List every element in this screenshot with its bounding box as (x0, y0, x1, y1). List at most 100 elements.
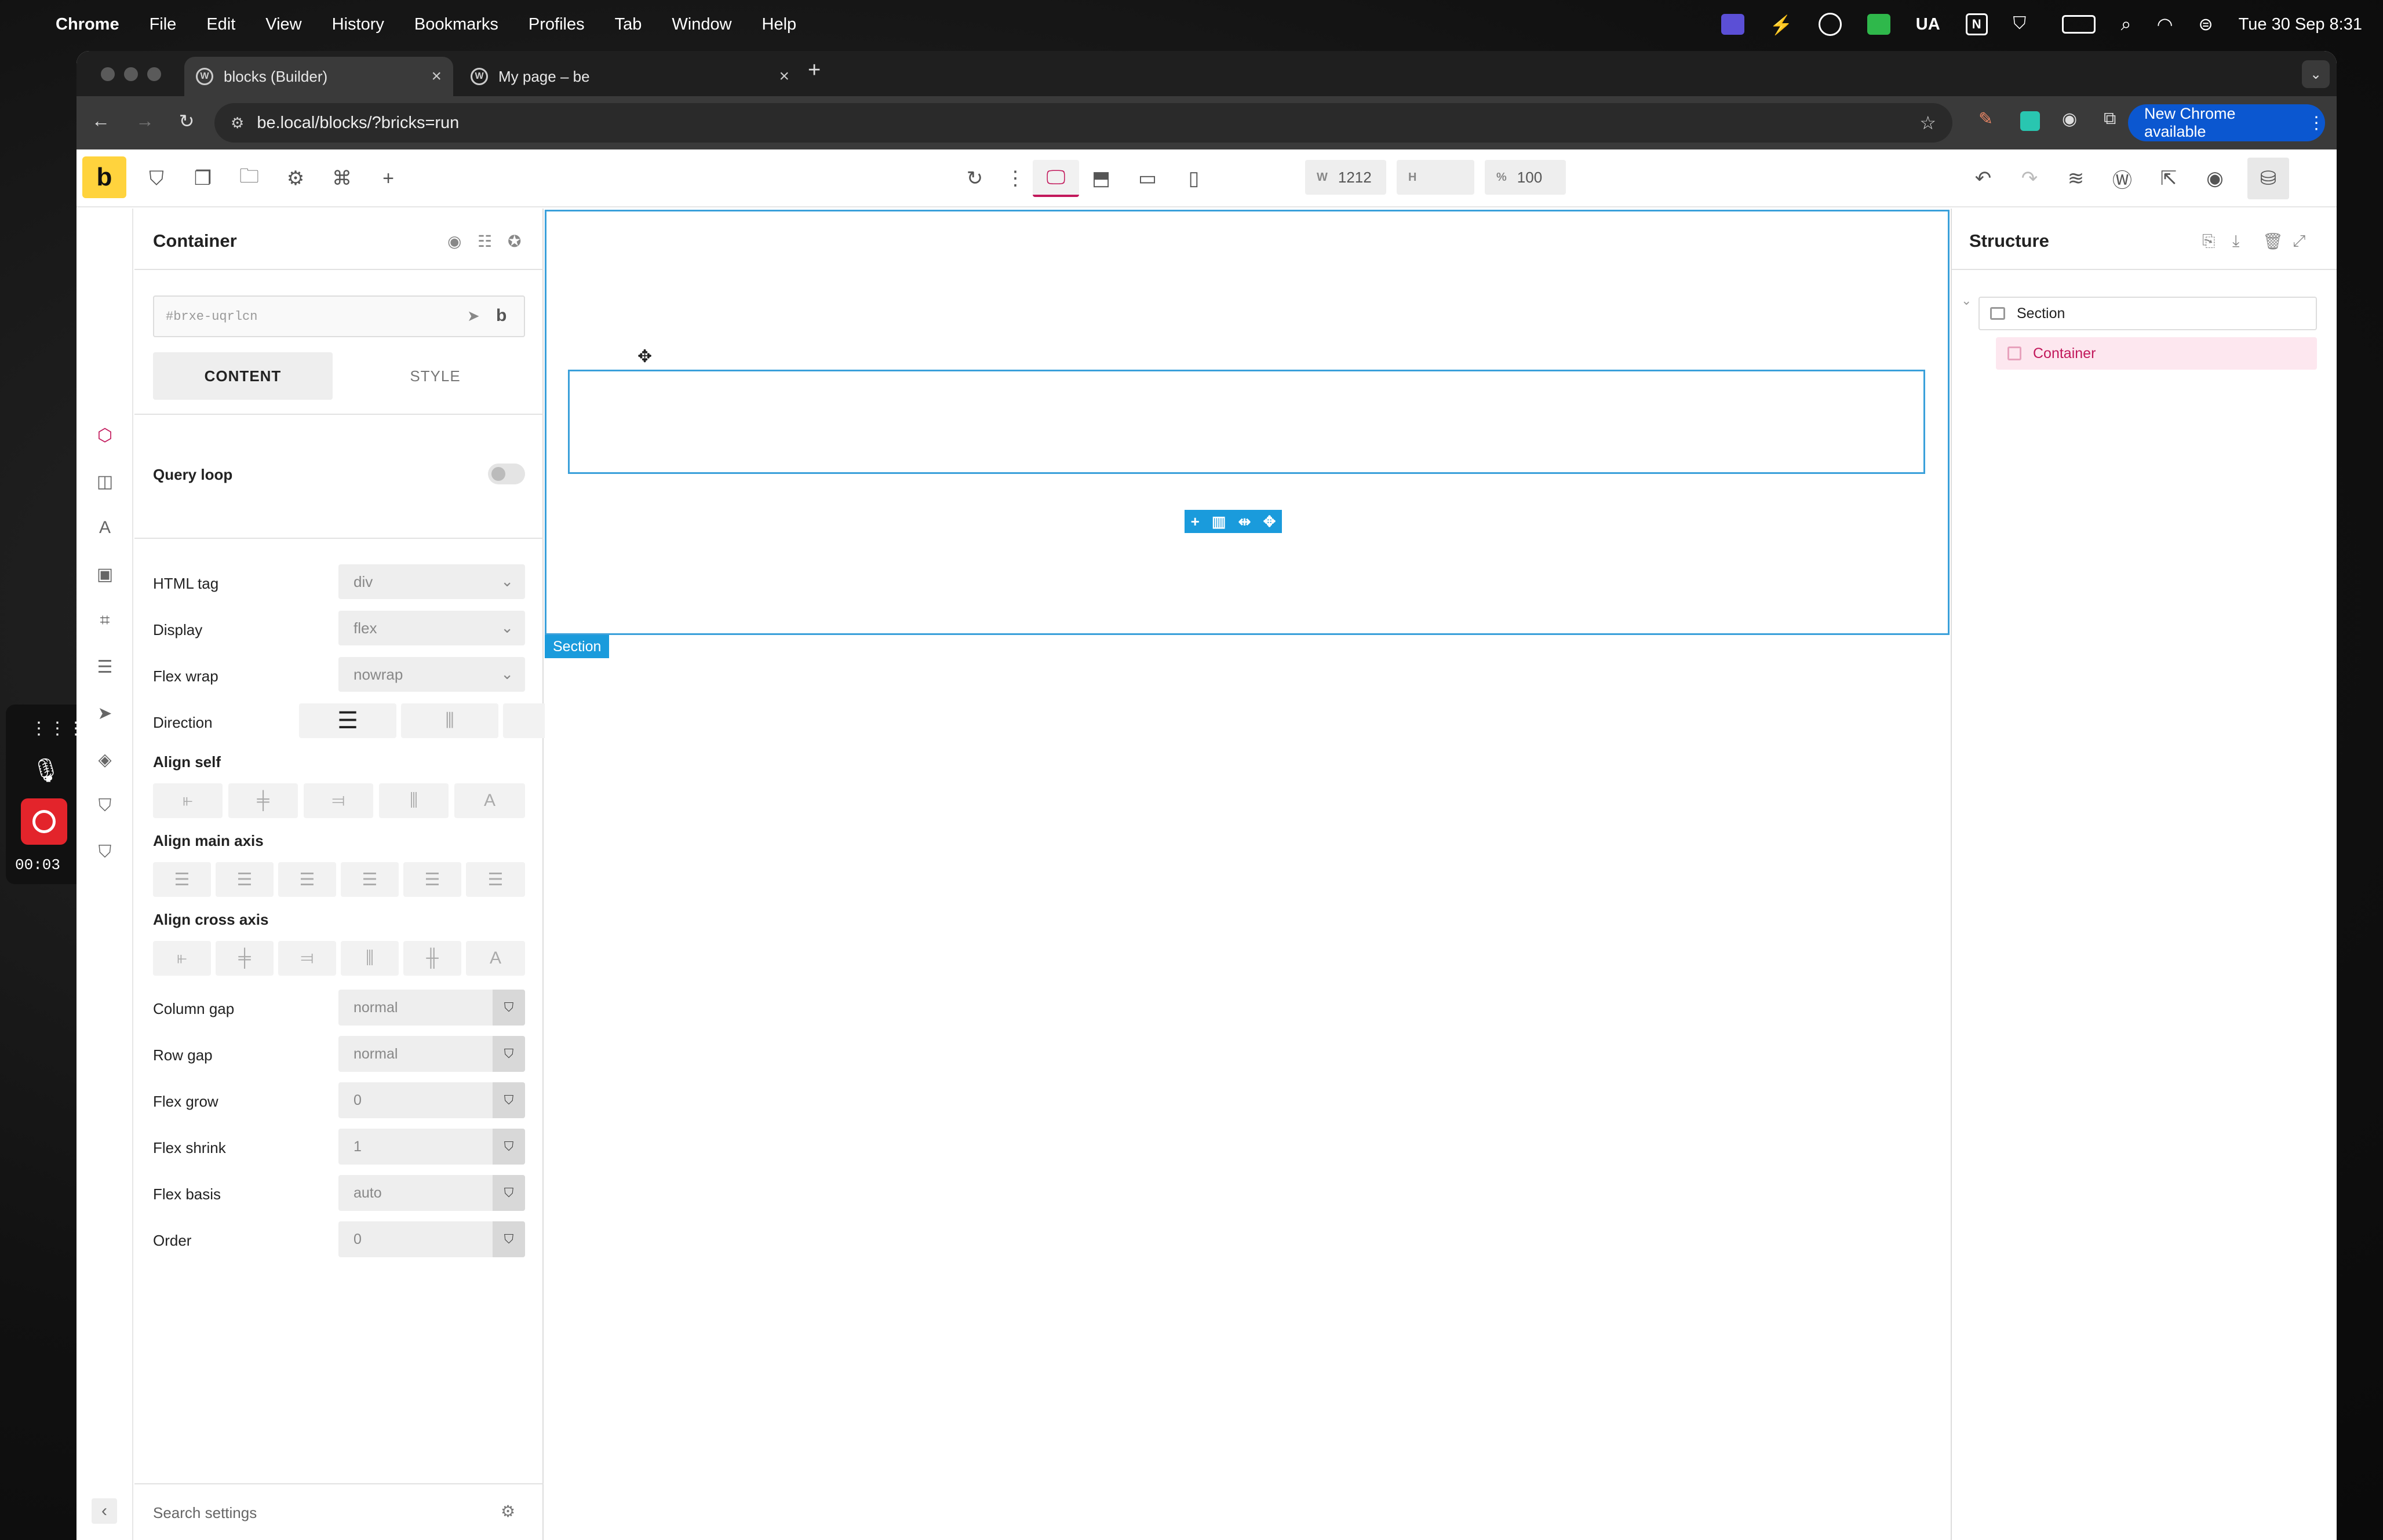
html5-icon[interactable]: ⛉ (94, 841, 116, 863)
redo-icon[interactable]: ↷ (2016, 165, 2043, 192)
structure-item-section[interactable]: Section (1978, 297, 2317, 330)
order-input[interactable]: 0 ⛉ (338, 1221, 525, 1257)
justify-evenly-icon[interactable]: ☰ (466, 862, 525, 897)
new-tab-button[interactable]: + (808, 58, 821, 83)
chrome-update-button[interactable]: New Chrome available ⋮ (2128, 104, 2325, 141)
section-label[interactable]: Section (545, 635, 610, 658)
direction-column-button[interactable]: ⦀ (401, 703, 498, 738)
tab-close-icon[interactable]: × (779, 67, 789, 86)
add-element-icon[interactable]: + (374, 165, 402, 192)
resize-icon[interactable]: ⇹ (1238, 513, 1251, 531)
reload-button[interactable]: ↻ (174, 110, 199, 132)
structure-item-container[interactable]: Container (1996, 337, 2317, 370)
align-items-end-icon[interactable]: ⫤ (278, 941, 336, 976)
refresh-icon[interactable]: ↻ (961, 165, 989, 192)
desktop-breakpoint-icon[interactable]: 🖵 (1033, 160, 1079, 197)
url-field[interactable]: ⚙ be.local/blocks/?bricks=run ☆ (214, 103, 1952, 143)
flex-grow-input[interactable]: 0 ⛉ (338, 1082, 525, 1118)
css-unit-icon[interactable]: ⛉ (493, 1036, 525, 1072)
justify-center-icon[interactable]: ☰ (216, 862, 274, 897)
align-items-space-icon[interactable]: ╫ (403, 941, 461, 976)
extension-icon[interactable] (2020, 111, 2040, 131)
forward-button[interactable]: → (132, 110, 158, 132)
row-gap-input[interactable]: normal ⛉ (338, 1036, 525, 1072)
align-self-baseline-icon[interactable]: A (454, 783, 525, 818)
tab-close-icon[interactable]: × (431, 67, 442, 86)
selector-icon[interactable]: ➤ (467, 307, 480, 325)
border-icon[interactable]: ⌗ (94, 610, 116, 632)
align-self-start-icon[interactable]: ⫦ (153, 783, 223, 818)
justify-start-icon[interactable]: ☰ (153, 862, 211, 897)
menu-bookmarks[interactable]: Bookmarks (414, 15, 498, 34)
clipboard-icon[interactable]: ⎘ (2202, 232, 2215, 251)
justify-end-icon[interactable]: ☰ (278, 862, 336, 897)
tablet-landscape-icon[interactable]: ▭ (1134, 165, 1161, 192)
direction-row-button[interactable]: ☰ (299, 703, 396, 738)
flex-wrap-select[interactable]: nowrap ⌄ (338, 657, 525, 692)
pencil-extension-icon[interactable]: ✎ (1978, 109, 1993, 129)
align-self-center-icon[interactable]: ╪ (228, 783, 298, 818)
css-icon[interactable]: ⛉ (143, 165, 170, 192)
site-info-icon[interactable]: ⚙ (231, 114, 244, 132)
feather-icon[interactable]: ⚡ (1770, 14, 1793, 35)
stop-record-button[interactable] (21, 798, 67, 845)
command-palette-icon[interactable]: ⌘ (328, 165, 356, 192)
save-icon[interactable]: ⛁ (2247, 158, 2289, 199)
mic-off-icon[interactable]: 🎙 (31, 757, 61, 784)
css-unit-icon[interactable]: ⛉ (493, 1175, 525, 1211)
collapse-panel-icon[interactable]: ‹ (92, 1498, 117, 1524)
window-minimize-button[interactable] (124, 67, 138, 81)
mobile-icon[interactable]: ▯ (1180, 165, 1208, 192)
element-badge-icon[interactable]: ✪ (508, 232, 521, 251)
drag-move-icon[interactable]: ✥ (1263, 513, 1276, 531)
class-button[interactable]: b (496, 306, 507, 326)
html-tag-select[interactable]: div ⌄ (338, 564, 525, 599)
tab-content[interactable]: CONTENT (153, 352, 333, 400)
menu-app-name[interactable]: Chrome (56, 15, 119, 34)
undo-icon[interactable]: ↶ (1969, 165, 1997, 192)
align-items-start-icon[interactable]: ⫦ (153, 941, 211, 976)
justify-around-icon[interactable]: ☰ (403, 862, 461, 897)
align-items-baseline-icon[interactable]: A (466, 941, 525, 976)
menu-window[interactable]: Window (672, 15, 731, 34)
column-gap-input[interactable]: normal ⛉ (338, 990, 525, 1026)
width-field[interactable]: W 1212 (1305, 160, 1386, 195)
extensions-puzzle-icon[interactable]: ⧉ (2104, 109, 2116, 129)
check-app-icon[interactable] (1867, 14, 1890, 35)
pages-icon[interactable]: ❐ (189, 165, 217, 192)
transform-icon[interactable]: ◈ (94, 749, 116, 771)
wordpress-admin-icon[interactable]: Ⓦ (2108, 165, 2136, 192)
css3-icon[interactable]: ⛉ (94, 795, 116, 817)
typography-icon[interactable]: A (94, 517, 116, 539)
query-loop-toggle[interactable] (488, 464, 525, 484)
builder-canvas[interactable]: ✥ + ▥ ⇹ ✥ Section (545, 209, 1950, 1540)
flex-shrink-input[interactable]: 1 ⛉ (338, 1129, 525, 1165)
menu-help[interactable]: Help (762, 15, 797, 34)
presets-icon[interactable]: ☷ (478, 232, 492, 251)
laptop-breakpoint-icon[interactable]: ⬒ (1087, 165, 1115, 192)
zoom-field[interactable]: % 100 (1485, 160, 1566, 195)
tab-search-button[interactable]: ⌄ (2302, 60, 2330, 88)
menubar-clock[interactable]: Tue 30 Sep 8:31 (2239, 15, 2362, 34)
tab-style[interactable]: STYLE (345, 352, 525, 400)
css-unit-icon[interactable]: ⛉ (493, 1221, 525, 1257)
sync-icon[interactable] (1818, 13, 1842, 36)
menu-edit[interactable]: Edit (206, 15, 235, 34)
css-id-field[interactable]: #brxe-uqrlcn ➤ b (153, 295, 525, 337)
layers-icon[interactable]: ≋ (2062, 165, 2090, 192)
screen-share-icon[interactable] (1721, 14, 1744, 35)
align-self-end-icon[interactable]: ⫤ (304, 783, 373, 818)
shield-icon[interactable]: ⛉ (2013, 14, 2036, 35)
element-cube-icon[interactable]: ⬡ (94, 424, 116, 446)
open-external-icon[interactable]: ⇱ (2155, 165, 2182, 192)
align-items-center-icon[interactable]: ╪ (216, 941, 274, 976)
tab-my-page[interactable]: W My page – be × (459, 57, 801, 96)
layout-icon[interactable]: ◫ (94, 470, 116, 492)
visibility-eye-icon[interactable]: ◉ (447, 232, 461, 251)
justify-between-icon[interactable]: ☰ (341, 862, 399, 897)
notion-icon[interactable]: N (1965, 13, 1988, 35)
search-settings-gear-icon[interactable]: ⚙ (501, 1502, 515, 1521)
templates-folder-icon[interactable]: 🗀 (235, 165, 263, 192)
menu-view[interactable]: View (265, 15, 301, 34)
breakpoints-menu-icon[interactable]: ⋮ (1001, 165, 1029, 192)
